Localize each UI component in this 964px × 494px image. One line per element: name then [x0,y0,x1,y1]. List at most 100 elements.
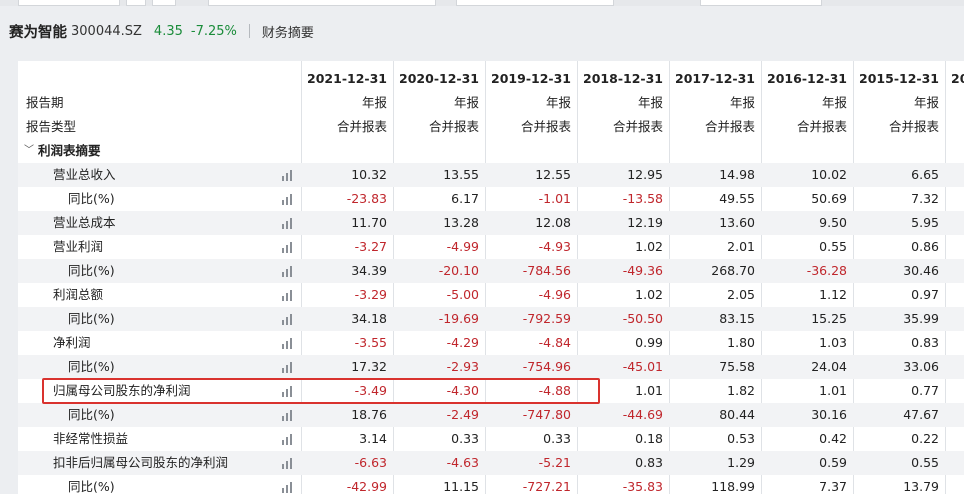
stock-name: 赛为智能 [9,24,67,41]
bar-chart-icon[interactable] [282,218,295,229]
table-cell: 12.55 [535,167,571,182]
table-cell: -792.59 [522,311,571,326]
table-row: 同比(%) 34.18 -19.69 -792.59 -50.50 83.15 15.25 3… [18,307,964,331]
table-cell: 5.95 [911,215,939,230]
table-cell: 6.65 [911,167,939,182]
table-cell: 1.02 [635,287,663,302]
table-cell: -23.83 [346,191,387,206]
table-cell: 7.37 [819,479,847,494]
table-cell: 0.86 [911,239,939,254]
bar-chart-icon[interactable] [282,338,295,349]
table-cell: 9.50 [819,215,847,230]
bar-chart-icon[interactable] [282,170,295,181]
table-row: 营业总成本 11.70 13.28 12.08 12.19 13.60 9.50 5.95 [18,211,964,235]
top-toolbar-strip [0,0,964,6]
table-cell: 24.04 [811,359,847,374]
table-cell: 13.28 [443,215,479,230]
row-label: 利润总额 [53,287,104,302]
column-period: 年报 [637,95,663,110]
table-cell: -747.80 [522,407,571,422]
column-date-header[interactable]: 2020-12-31 [393,67,479,91]
row-label: 同比(%) [68,311,115,326]
table-cell: 80.44 [719,407,755,422]
table-cell: 30.46 [903,263,939,278]
bar-chart-icon[interactable] [282,266,295,277]
table-cell: 118.99 [711,479,755,494]
column-period: 年报 [821,95,847,110]
header-divider [248,24,250,38]
stock-change-percent: -7.25% [190,23,237,39]
table-row: 营业利润 -3.27 -4.99 -4.93 1.02 2.01 0.55 0.86 [18,235,964,259]
row-label-period: 报告期 [26,95,64,110]
row-label: 扣非后归属母公司股东的净利润 [53,455,229,470]
toolbar-field[interactable] [18,0,120,6]
column-date-header[interactable]: 20 [951,67,964,91]
bar-chart-icon[interactable] [282,434,295,445]
section-row-income-statement: ﹀ 利润表摘要 [18,139,964,163]
table-cell: -1.01 [538,191,571,206]
table-cell: 50.69 [811,191,847,206]
column-period: 年报 [913,95,939,110]
table-cell: -727.21 [522,479,571,494]
bar-chart-icon[interactable] [282,290,295,301]
toolbar-button[interactable] [152,0,176,6]
table-row: 同比(%) -23.83 6.17 -1.01 -13.58 49.55 50.69 7.32 [18,187,964,211]
table-cell: -4.29 [446,335,479,350]
row-label: 同比(%) [68,407,115,422]
bar-chart-icon[interactable] [282,194,295,205]
column-date-header[interactable]: 2017-12-31 [669,67,755,91]
row-label: 营业总成本 [53,215,116,230]
toolbar-field[interactable] [456,0,614,6]
section-title[interactable]: 利润表摘要 [38,139,101,163]
table-cell: 0.33 [451,431,479,446]
financial-summary-table: 2021-12-31 2020-12-31 2019-12-31 2018-12-31… [18,61,964,494]
table-cell: -2.93 [446,359,479,374]
table-row: 非经常性损益 3.14 0.33 0.33 0.18 0.53 0.42 0.22 [18,427,964,451]
column-report-type: 合并报表 [796,119,847,134]
toolbar-button[interactable] [126,0,146,6]
table-cell: 49.55 [719,191,755,206]
table-cell: 1.02 [635,239,663,254]
table-cell: -45.01 [622,359,663,374]
column-report-type: 合并报表 [520,119,571,134]
column-date-header[interactable]: 2015-12-31 [853,67,939,91]
table-cell: 268.70 [711,263,755,278]
bar-chart-icon[interactable] [282,242,295,253]
table-cell: -4.93 [538,239,571,254]
toolbar-field[interactable] [208,0,436,6]
bar-chart-icon[interactable] [282,314,295,325]
row-label: 净利润 [53,335,91,350]
table-cell: 0.99 [635,335,663,350]
bar-chart-icon[interactable] [282,482,295,493]
table-cell: -13.58 [622,191,663,206]
highlight-annotation-box [42,378,600,404]
table-cell: -50.50 [622,311,663,326]
table-cell: 1.12 [819,287,847,302]
table-cell: 6.17 [451,191,479,206]
column-date-header[interactable]: 2021-12-31 [301,67,387,91]
table-cell: 15.25 [811,311,847,326]
table-cell: 2.05 [727,287,755,302]
chevron-down-icon[interactable]: ﹀ [24,139,34,163]
toolbar-field[interactable] [700,0,822,6]
table-cell: -5.21 [538,455,571,470]
table-cell: 14.98 [719,167,755,182]
table-cell: -36.28 [806,263,847,278]
row-label: 同比(%) [68,191,115,206]
column-date-header[interactable]: 2016-12-31 [761,67,847,91]
bar-chart-icon[interactable] [282,362,295,373]
table-cell: 10.32 [351,167,387,182]
row-label: 同比(%) [68,479,115,494]
column-date-header[interactable]: 2018-12-31 [577,67,663,91]
table-row: 扣非后归属母公司股东的净利润 -6.63 -4.63 -5.21 0.83 1.29 0.5… [18,451,964,475]
bar-chart-icon[interactable] [282,458,295,469]
column-date-header[interactable]: 2019-12-31 [485,67,571,91]
table-cell: 1.29 [727,455,755,470]
bar-chart-icon[interactable] [282,410,295,421]
table-cell: 11.70 [351,215,387,230]
table-cell: 0.22 [911,431,939,446]
table-cell: 0.18 [635,431,663,446]
tab-financial-summary[interactable]: 财务摘要 [262,22,314,41]
table-cell: 7.32 [911,191,939,206]
table-cell: -19.69 [438,311,479,326]
